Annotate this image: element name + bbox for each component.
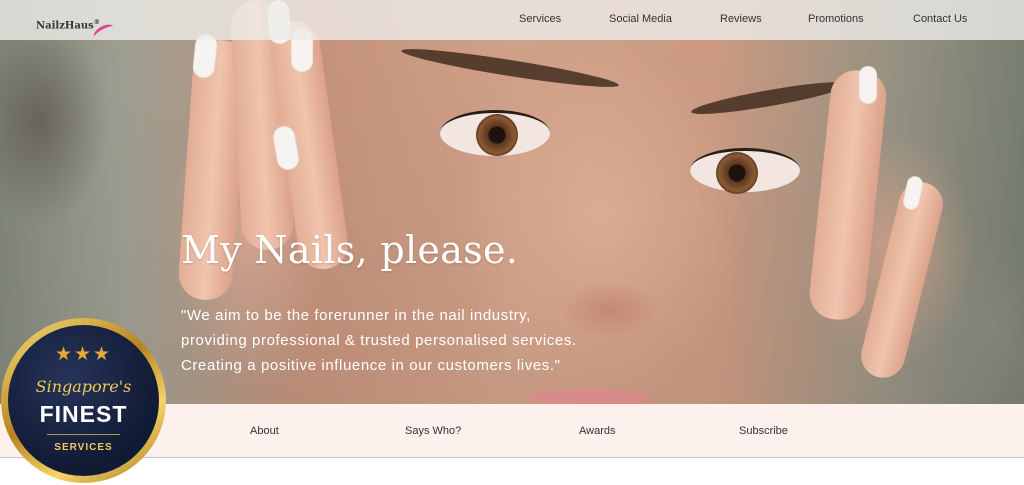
top-navbar: NailzHaus® Services Social Media Reviews… bbox=[0, 0, 1024, 43]
badge-line-finest: FINEST bbox=[39, 401, 128, 427]
brand-logo[interactable]: NailzHaus® bbox=[36, 19, 117, 43]
nav-link-promotions[interactable]: Promotions bbox=[808, 13, 864, 25]
hero-quote: "We aim to be the forerunner in the nail… bbox=[181, 303, 641, 378]
section-link-awards[interactable]: Awards bbox=[579, 425, 615, 437]
section-link-about[interactable]: About bbox=[250, 425, 279, 437]
hero-quote-line: "We aim to be the forerunner in the nail… bbox=[181, 307, 531, 324]
badge-line-singapores: Singapore's bbox=[35, 377, 132, 396]
eye-right bbox=[690, 148, 800, 194]
hero-title: My Nails, please. bbox=[181, 228, 519, 272]
eye-left bbox=[440, 110, 550, 156]
nav-link-contact-us[interactable]: Contact Us bbox=[913, 13, 967, 25]
badge-divider bbox=[47, 434, 120, 435]
lips bbox=[530, 388, 650, 404]
section-link-subscribe[interactable]: Subscribe bbox=[739, 425, 788, 437]
nav-link-reviews[interactable]: Reviews bbox=[720, 13, 762, 25]
hero-quote-line: Creating a positive influence in our cus… bbox=[181, 357, 561, 374]
nail bbox=[859, 66, 877, 104]
badge-stars-icon: ★★★ bbox=[54, 343, 113, 365]
logo-text: NailzHaus bbox=[36, 20, 94, 32]
registered-mark: ® bbox=[93, 19, 100, 26]
hero-quote-line: providing professional & trusted persona… bbox=[181, 332, 577, 349]
badge-line-services: SERVICES bbox=[54, 442, 113, 453]
badge-face: ★★★ Singapore's FINEST SERVICES bbox=[8, 325, 159, 476]
singapores-finest-badge[interactable]: ★★★ Singapore's FINEST SERVICES bbox=[1, 318, 166, 483]
nav-link-social-media[interactable]: Social Media bbox=[609, 13, 672, 25]
section-link-says-who[interactable]: Says Who? bbox=[405, 425, 461, 437]
nav-link-services[interactable]: Services bbox=[519, 13, 561, 25]
